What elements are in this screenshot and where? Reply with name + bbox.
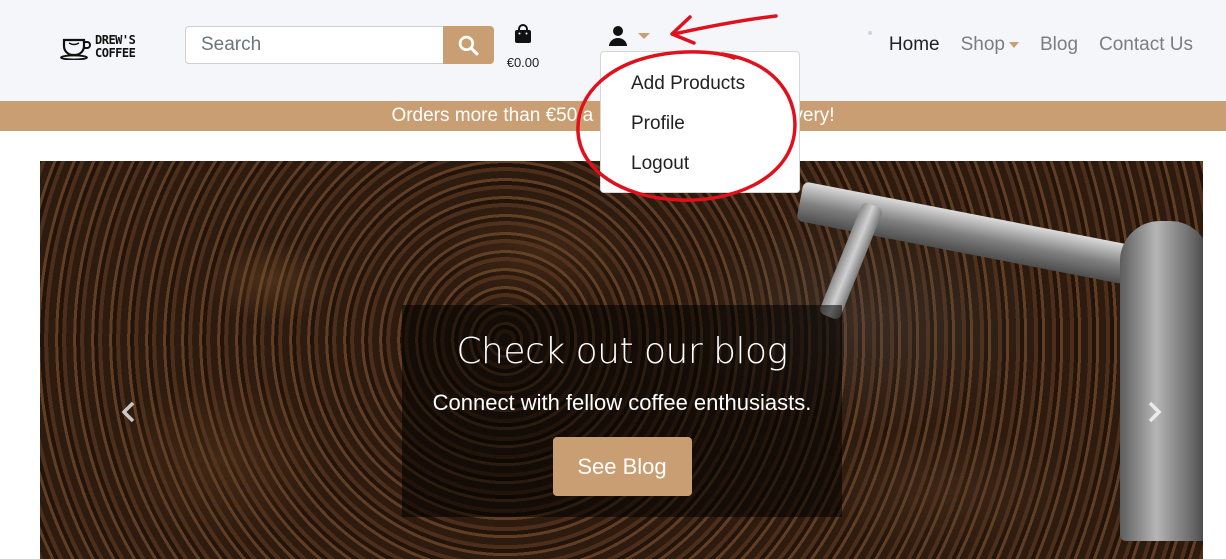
nav-home-label: Home — [888, 34, 940, 55]
search-button[interactable] — [443, 26, 494, 64]
hero-carousel: Check out our blog Connect with fellow c… — [40, 161, 1203, 559]
chevron-left-icon — [121, 401, 135, 423]
menu-item-logout[interactable]: Logout — [601, 148, 799, 188]
hero-title: Check out our blog — [456, 331, 788, 372]
shopping-bag-icon — [515, 24, 531, 43]
nav-blog[interactable]: Blog — [1040, 34, 1078, 56]
search-form — [185, 26, 494, 64]
nav-contact[interactable]: Contact Us — [1099, 34, 1193, 56]
nav-shop[interactable]: Shop — [961, 34, 1019, 56]
annotation-arrow — [670, 14, 778, 45]
hero-subtitle: Connect with fellow coffee enthusiasts. — [432, 390, 812, 415]
brand-line-2: COFFEE — [95, 46, 136, 60]
coffee-cup-icon — [60, 38, 91, 60]
brand-logo[interactable]: DREW'S COFFEE — [60, 30, 150, 64]
brand-name: DREW'S COFFEE — [95, 34, 136, 60]
account-dropdown-toggle[interactable] — [608, 24, 654, 48]
nav-home[interactable]: Home — [889, 34, 940, 56]
main-nav: Home Shop Blog Contact Us — [889, 34, 1193, 56]
chevron-down-icon — [1008, 42, 1019, 48]
see-blog-button[interactable]: See Blog — [552, 437, 692, 496]
carousel-prev-button[interactable] — [114, 397, 142, 427]
menu-item-add-products[interactable]: Add Products — [601, 68, 799, 108]
cart-total: €0.00 — [506, 55, 540, 70]
cart-link[interactable]: €0.00 — [503, 24, 543, 70]
nav-contact-label: Contact Us — [1099, 34, 1193, 55]
menu-item-profile[interactable]: Profile — [601, 108, 799, 148]
carousel-next-button[interactable] — [1141, 397, 1169, 427]
roaster-cylinder — [1120, 221, 1203, 541]
nav-shop-label: Shop — [960, 34, 1005, 55]
separator-dot — [868, 31, 872, 35]
chevron-right-icon — [1148, 401, 1162, 423]
user-icon — [609, 26, 627, 46]
hero-caption: Check out our blog Connect with fellow c… — [402, 305, 842, 517]
nav-blog-label: Blog — [1039, 34, 1079, 55]
promo-text: Orders more than €50 a — [391, 105, 594, 126]
search-input[interactable] — [185, 26, 443, 64]
chevron-down-icon — [638, 33, 650, 39]
search-icon — [458, 35, 479, 55]
account-dropdown-menu: Add Products Profile Logout — [600, 51, 800, 193]
